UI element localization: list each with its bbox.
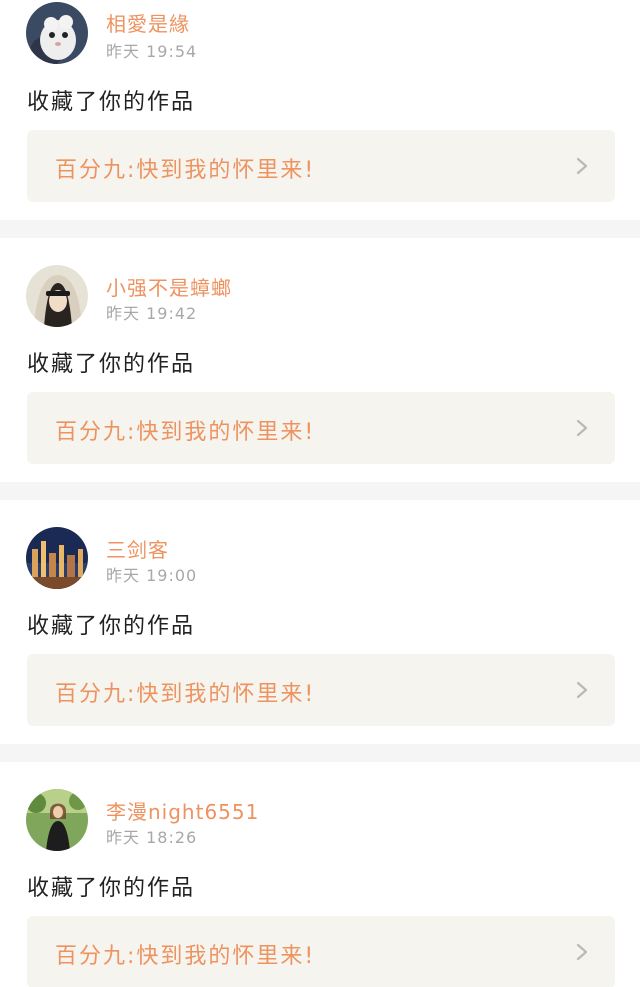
action-text: 收藏了你的作品 (27, 876, 196, 901)
chevron-right-icon (576, 157, 588, 175)
action-text: 收藏了你的作品 (27, 352, 196, 377)
timestamp: 昨天 19:00 (106, 566, 198, 585)
chevron-right-icon (576, 943, 588, 961)
notification-item: 三剑客 昨天 19:00 收藏了你的作品 百分九:快到我的怀里来! (0, 500, 640, 762)
chevron-right-icon (576, 681, 588, 699)
notification-item: 小强不是蟑螂 昨天 19:42 收藏了你的作品 百分九:快到我的怀里来! (0, 238, 640, 500)
cat-avatar-icon (26, 2, 88, 64)
work-card[interactable]: 百分九:快到我的怀里来! (27, 130, 615, 202)
avatar[interactable] (26, 527, 88, 589)
night-city-avatar-icon (26, 527, 88, 589)
username[interactable]: 相愛是緣 (106, 8, 190, 37)
timestamp: 昨天 18:26 (106, 828, 198, 847)
notification-item: 李漫night6551 昨天 18:26 收藏了你的作品 百分九:快到我的怀里来… (0, 762, 640, 987)
woman-outdoors-avatar-icon (26, 789, 88, 851)
notification-item: 相愛是緣 昨天 19:54 收藏了你的作品 百分九:快到我的怀里来! (0, 0, 640, 238)
timestamp: 昨天 19:42 (106, 304, 198, 323)
work-title: 百分九:快到我的怀里来! (55, 944, 316, 969)
work-title: 百分九:快到我的怀里来! (55, 158, 316, 183)
action-text: 收藏了你的作品 (27, 90, 196, 115)
chevron-right-icon (576, 419, 588, 437)
work-card[interactable]: 百分九:快到我的怀里来! (27, 916, 615, 987)
username[interactable]: 李漫night6551 (106, 796, 259, 825)
work-card[interactable]: 百分九:快到我的怀里来! (27, 392, 615, 464)
veiled-woman-avatar-icon (26, 265, 88, 327)
work-title: 百分九:快到我的怀里来! (55, 420, 316, 445)
timestamp: 昨天 19:54 (106, 42, 198, 61)
avatar[interactable] (26, 265, 88, 327)
username[interactable]: 小强不是蟑螂 (106, 272, 232, 301)
username[interactable]: 三剑客 (106, 534, 169, 563)
work-card[interactable]: 百分九:快到我的怀里来! (27, 654, 615, 726)
work-title: 百分九:快到我的怀里来! (55, 682, 316, 707)
avatar[interactable] (26, 789, 88, 851)
notification-feed: 相愛是緣 昨天 19:54 收藏了你的作品 百分九:快到我的怀里来! 小强不是蟑… (0, 0, 640, 987)
avatar[interactable] (26, 2, 88, 64)
action-text: 收藏了你的作品 (27, 614, 196, 639)
